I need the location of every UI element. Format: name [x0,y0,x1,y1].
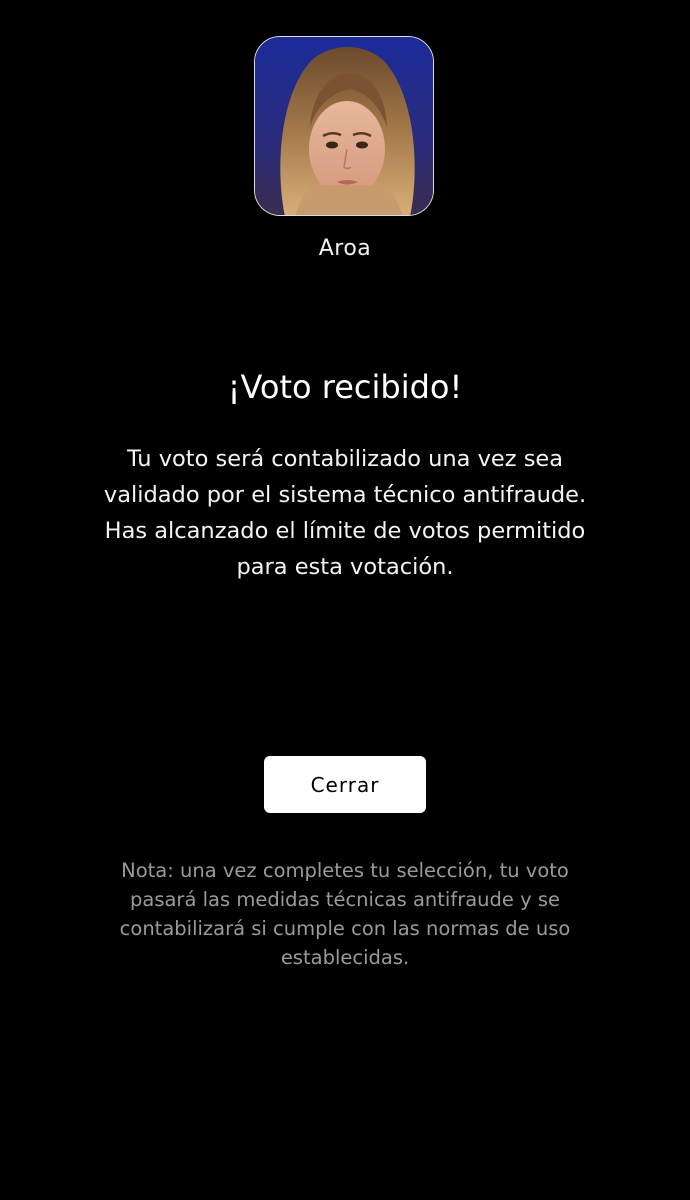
contestant-photo-icon [255,37,433,215]
confirmation-message-line: Has alcanzado el límite de votos permiti… [104,518,586,544]
note-line: Nota: una vez completes tu selección, tu… [121,859,569,882]
note-line: establecidas. [280,946,410,969]
confirmation-message: Tu voto será contabilizado una vez sea v… [60,441,630,585]
confirmation-message-line: para esta votación. [236,554,454,580]
vote-confirmation-screen: Aroa ¡Voto recibido! Tu voto será contab… [0,0,690,1200]
close-button[interactable]: Cerrar [264,756,426,813]
confirmation-message-line: Tu voto será contabilizado una vez sea [126,446,564,472]
confirmation-message-line: validado por el sistema técnico antifrau… [103,482,587,508]
antifraud-note: Nota: una vez completes tu selección, tu… [60,856,630,972]
confirmation-title: ¡Voto recibido! [227,368,463,406]
note-line: pasará las medidas técnicas antifraude y… [130,888,560,911]
contestant-name: Aroa [318,236,372,261]
note-line: contabilizará si cumple con las normas d… [119,917,571,940]
contestant-photo [254,36,434,216]
